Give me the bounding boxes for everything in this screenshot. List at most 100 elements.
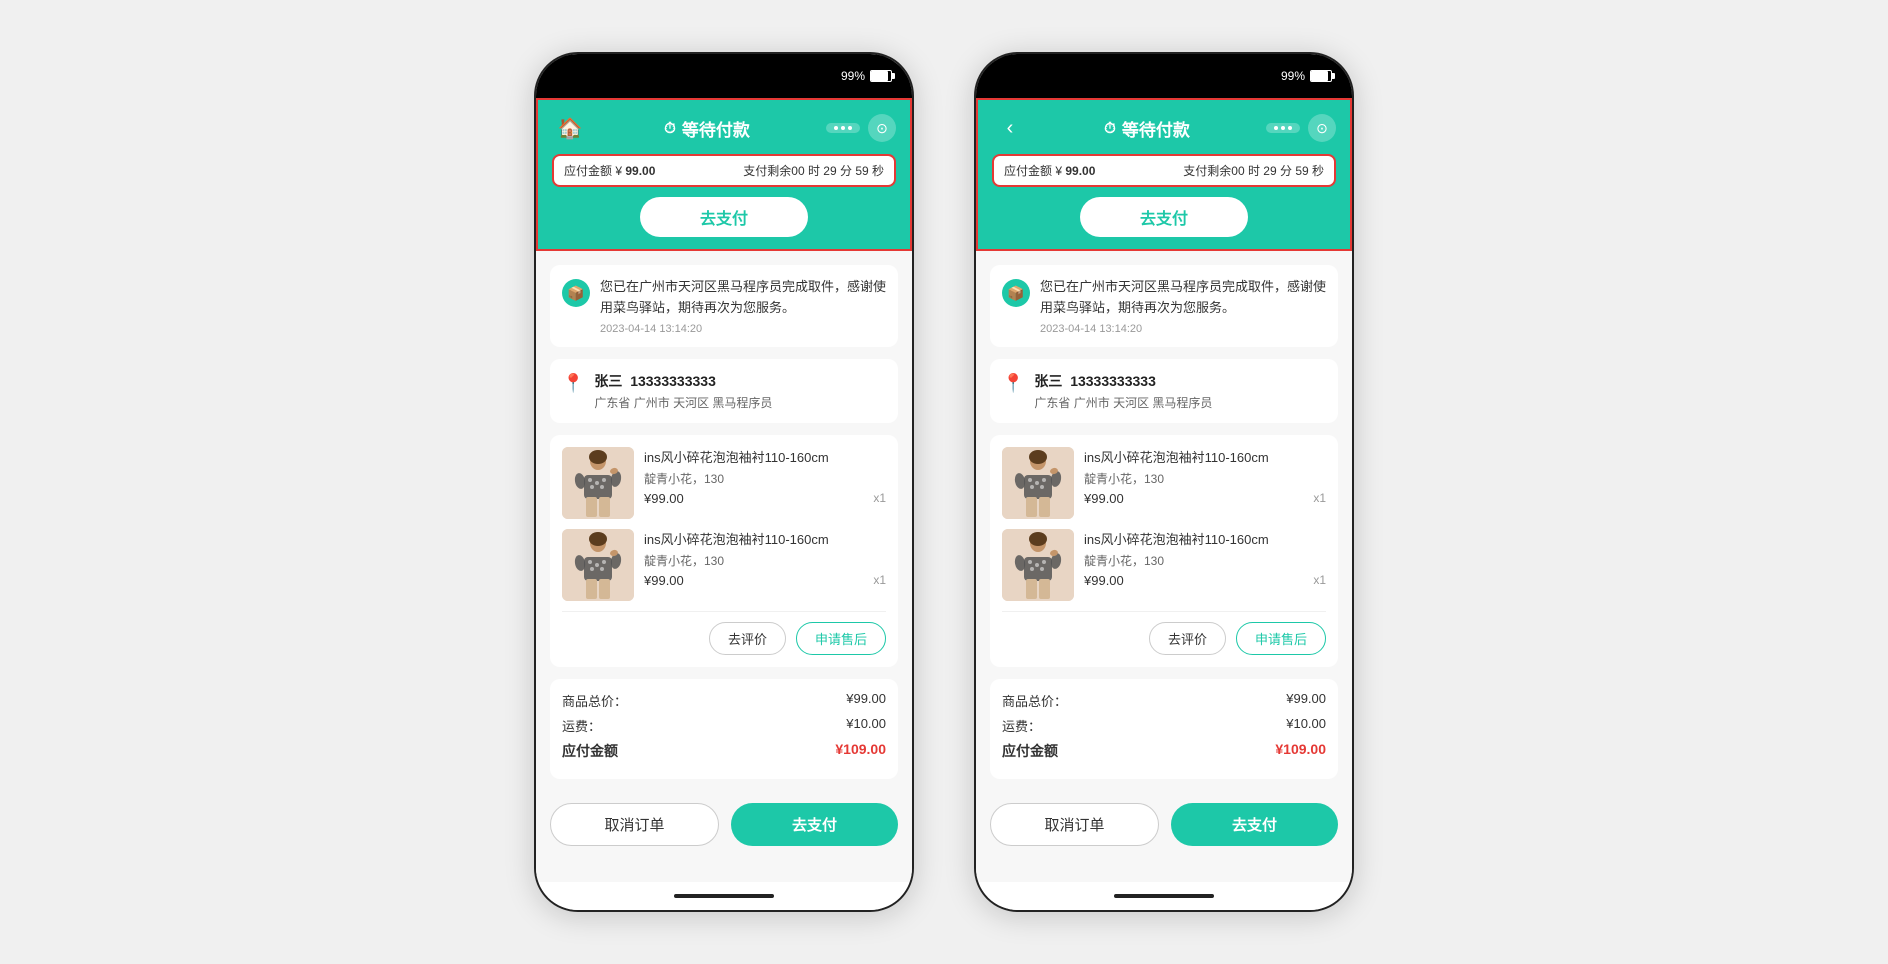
product-img-left-1	[562, 529, 634, 601]
product-price-row-left-0: ¥99.00 x1	[644, 491, 886, 506]
notif-date-left: 2023-04-14 13:14:20	[600, 323, 886, 335]
home-button-left[interactable]: 🏠	[552, 110, 588, 146]
addr-content-left: 张三 13333333333 广东省 广州市 天河区 黑马程序员	[594, 371, 772, 411]
product-name-right-1: ins风小碎花泡泡袖衬110-160cm	[1084, 529, 1326, 548]
product-price-row-right-0: ¥99.00 x1	[1084, 491, 1326, 506]
header-title-left: ⏱ 等待付款	[664, 116, 750, 141]
header-title-right: ⏱ 等待付款	[1104, 116, 1190, 141]
product-price-row-left-1: ¥99.00 x1	[644, 573, 886, 588]
address-card-left: 📍 张三 13333333333 广东省 广州市 天河区 黑马程序员	[550, 359, 898, 423]
product-qty-right-0: x1	[1313, 491, 1326, 505]
status-bar-right: 99%	[976, 54, 1352, 98]
product-variant-left-1: 靛青小花，130	[644, 552, 886, 569]
pay-btn-left[interactable]: 去支付	[731, 803, 898, 846]
clock-icon-left: ⏱	[664, 120, 676, 137]
price-shipping-left: 运费： ¥10.00	[562, 716, 886, 735]
price-total-right: 应付金额 ¥109.00	[1002, 741, 1326, 761]
product-variant-right-1: 靛青小花，130	[1084, 552, 1326, 569]
review-btn-left[interactable]: 去评价	[709, 622, 786, 655]
page-wrapper: 99% 🏠 ⏱ 等待付款 ⊙	[0, 12, 1888, 952]
product-price-right-1: ¥99.00	[1084, 573, 1124, 588]
product-item-right-1: ins风小碎花泡泡袖衬110-160cm 靛青小花，130 ¥99.00 x1	[1002, 529, 1326, 601]
notification-card-left: 📦 您已在广州市天河区黑马程序员完成取件，感谢使用菜鸟驿站，期待再次为您服务。 …	[550, 265, 898, 347]
price-summary-left: 商品总价： ¥99.00 运费： ¥10.00 应付金额 ¥109.00	[550, 679, 898, 779]
product-name-left-1: ins风小碎花泡泡袖衬110-160cm	[644, 529, 886, 548]
header-right-right: ⊙	[1266, 114, 1336, 142]
home-indicator-right	[976, 882, 1352, 910]
notif-date-right: 2023-04-14 13:14:20	[1040, 323, 1326, 335]
status-bar-left: 99%	[536, 54, 912, 98]
amount-label-right: 应付金额 ¥ 99.00	[1004, 162, 1095, 179]
addr-detail-left: 广东省 广州市 天河区 黑马程序员	[594, 394, 772, 411]
review-btn-right[interactable]: 去评价	[1149, 622, 1226, 655]
home-indicator-left	[536, 882, 912, 910]
addr-name-phone-right: 张三 13333333333	[1034, 371, 1212, 391]
addr-content-right: 张三 13333333333 广东省 广州市 天河区 黑马程序员	[1034, 371, 1212, 411]
pay-btn-right[interactable]: 去支付	[1171, 803, 1338, 846]
header-top-right: ‹ ⏱ 等待付款 ⊙	[992, 110, 1336, 154]
notch-right	[1104, 54, 1224, 84]
product-variant-right-0: 靛青小花，130	[1084, 470, 1326, 487]
more-btn-right[interactable]	[1266, 123, 1300, 133]
price-subtotal-right: 商品总价： ¥99.00	[1002, 691, 1326, 710]
product-qty-left-1: x1	[873, 573, 886, 587]
battery-icon-left	[870, 70, 892, 82]
battery-area-left: 99%	[841, 69, 892, 83]
phone-right: 99% ‹ ⏱ 等待付款 ⊙	[974, 52, 1354, 912]
notch-left	[664, 54, 784, 84]
phone-body-right: 📦 您已在广州市天河区黑马程序员完成取件，感谢使用菜鸟驿站，期待再次为您服务。 …	[976, 251, 1352, 882]
product-img-right-1	[1002, 529, 1074, 601]
product-name-right-0: ins风小碎花泡泡袖衬110-160cm	[1084, 447, 1326, 466]
product-price-left-1: ¥99.00	[644, 573, 684, 588]
location-icon-left: 📍	[562, 373, 584, 394]
price-summary-right: 商品总价： ¥99.00 运费： ¥10.00 应付金额 ¥109.00	[990, 679, 1338, 779]
product-price-row-right-1: ¥99.00 x1	[1084, 573, 1326, 588]
product-info-left-1: ins风小碎花泡泡袖衬110-160cm 靛青小花，130 ¥99.00 x1	[644, 529, 886, 601]
pay-now-btn-header-left[interactable]: 去支付	[640, 197, 808, 237]
back-button-right[interactable]: ‹	[992, 110, 1028, 146]
action-btns-left: 去评价 申请售后	[562, 611, 886, 655]
bottom-btns-right: 取消订单 去支付	[990, 791, 1338, 846]
after-sale-btn-right[interactable]: 申请售后	[1236, 622, 1326, 655]
price-total-left: 应付金额 ¥109.00	[562, 741, 886, 761]
product-card-right: ins风小碎花泡泡袖衬110-160cm 靛青小花，130 ¥99.00 x1	[990, 435, 1338, 667]
price-shipping-right: 运费： ¥10.00	[1002, 716, 1326, 735]
app-header-right: ‹ ⏱ 等待付款 ⊙ 应付金额 ¥ 99.00 支付剩余00 时 29 分 59…	[976, 98, 1352, 251]
notif-content-left: 您已在广州市天河区黑马程序员完成取件，感谢使用菜鸟驿站，期待再次为您服务。 20…	[600, 277, 886, 335]
timer-label-left: 支付剩余00 时 29 分 59 秒	[743, 162, 884, 179]
phone-body-left: 📦 您已在广州市天河区黑马程序员完成取件，感谢使用菜鸟驿站，期待再次为您服务。 …	[536, 251, 912, 882]
product-variant-left-0: 靛青小花，130	[644, 470, 886, 487]
product-qty-left-0: x1	[873, 491, 886, 505]
address-card-right: 📍 张三 13333333333 广东省 广州市 天河区 黑马程序员	[990, 359, 1338, 423]
after-sale-btn-left[interactable]: 申请售后	[796, 622, 886, 655]
product-img-right-0	[1002, 447, 1074, 519]
product-name-left-0: ins风小碎花泡泡袖衬110-160cm	[644, 447, 886, 466]
scan-btn-left[interactable]: ⊙	[868, 114, 896, 142]
action-btns-right: 去评价 申请售后	[1002, 611, 1326, 655]
product-img-left-0	[562, 447, 634, 519]
addr-name-phone-left: 张三 13333333333	[594, 371, 772, 391]
product-qty-right-1: x1	[1313, 573, 1326, 587]
payment-banner-left: 应付金额 ¥ 99.00 支付剩余00 时 29 分 59 秒	[552, 154, 896, 187]
header-right-left: ⊙	[826, 114, 896, 142]
battery-area-right: 99%	[1281, 69, 1332, 83]
product-card-left: ins风小碎花泡泡袖衬110-160cm 靛青小花，130 ¥99.00 x1	[550, 435, 898, 667]
timer-label-right: 支付剩余00 时 29 分 59 秒	[1183, 162, 1324, 179]
pay-now-btn-header-right[interactable]: 去支付	[1080, 197, 1248, 237]
payment-banner-right: 应付金额 ¥ 99.00 支付剩余00 时 29 分 59 秒	[992, 154, 1336, 187]
cancel-order-btn-left[interactable]: 取消订单	[550, 803, 719, 846]
notif-content-right: 您已在广州市天河区黑马程序员完成取件，感谢使用菜鸟驿站，期待再次为您服务。 20…	[1040, 277, 1326, 335]
more-btn-left[interactable]	[826, 123, 860, 133]
notif-icon-right: 📦	[1002, 279, 1030, 307]
scan-btn-right[interactable]: ⊙	[1308, 114, 1336, 142]
notif-icon-left: 📦	[562, 279, 590, 307]
battery-pct-right: 99%	[1281, 69, 1305, 83]
product-item-left-0: ins风小碎花泡泡袖衬110-160cm 靛青小花，130 ¥99.00 x1	[562, 447, 886, 519]
product-info-left-0: ins风小碎花泡泡袖衬110-160cm 靛青小花，130 ¥99.00 x1	[644, 447, 886, 519]
cancel-order-btn-right[interactable]: 取消订单	[990, 803, 1159, 846]
clock-icon-right: ⏱	[1104, 120, 1116, 137]
price-subtotal-left: 商品总价： ¥99.00	[562, 691, 886, 710]
location-icon-right: 📍	[1002, 373, 1024, 394]
product-price-right-0: ¥99.00	[1084, 491, 1124, 506]
phone-left: 99% 🏠 ⏱ 等待付款 ⊙	[534, 52, 914, 912]
